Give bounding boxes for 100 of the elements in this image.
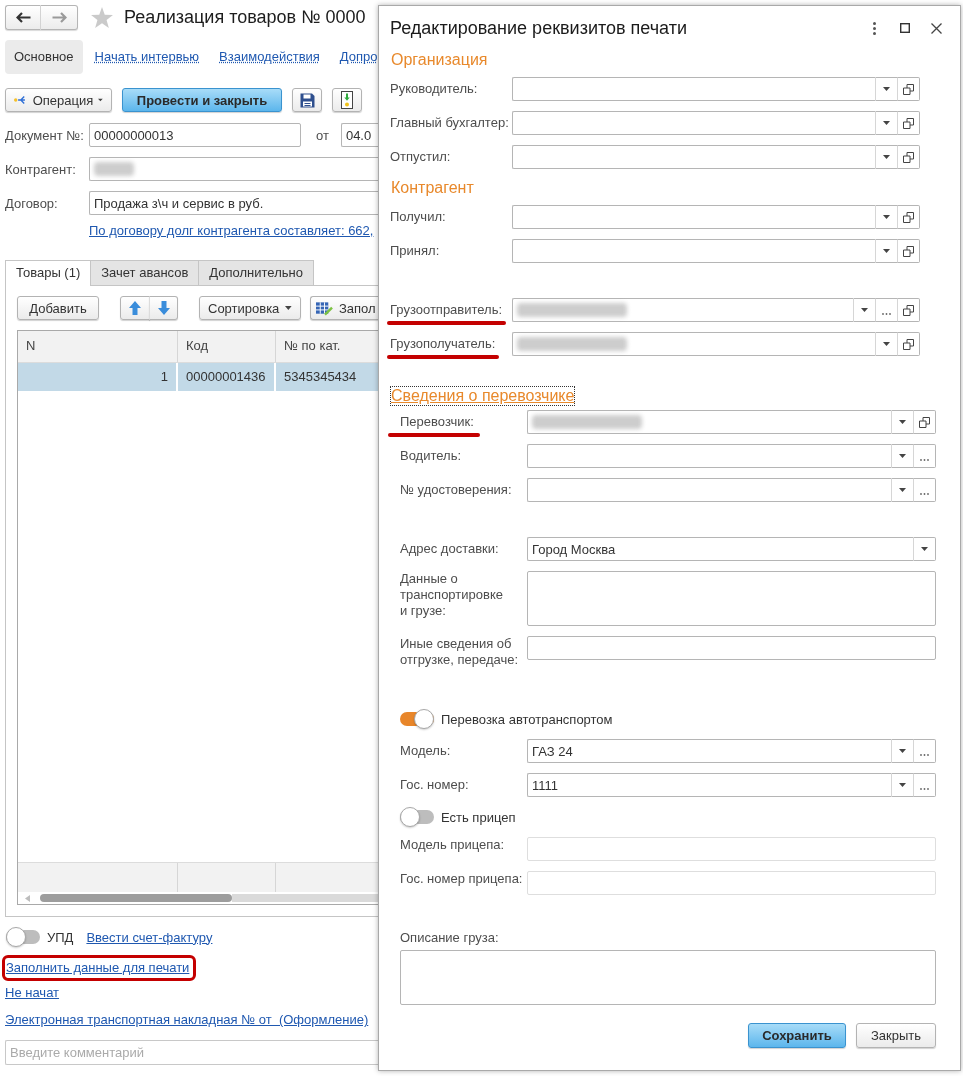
text-link[interactable]: Заполнить данные для печати — [6, 960, 190, 976]
dropdown-button[interactable] — [876, 145, 898, 169]
move-down-button[interactable] — [149, 296, 178, 320]
open-button[interactable] — [898, 205, 920, 229]
column-header[interactable]: Код — [178, 331, 276, 362]
open-button[interactable] — [898, 145, 920, 169]
overlapping-squares-icon — [919, 416, 930, 428]
nav-tab[interactable]: Допро — [329, 48, 378, 66]
back-button[interactable] — [5, 5, 41, 30]
close-button[interactable]: Закрыть — [855, 1023, 936, 1048]
input-field[interactable]: 00000000013 — [89, 123, 301, 147]
caret-icon — [899, 783, 906, 787]
save-button[interactable]: Сохранить — [747, 1023, 846, 1048]
dropdown-button[interactable] — [892, 444, 914, 468]
more-icon[interactable] — [873, 21, 876, 35]
input-field[interactable]: 1111 — [527, 773, 892, 797]
add-button[interactable]: Добавить — [17, 296, 99, 320]
choose-button[interactable] — [914, 773, 936, 797]
arrow-up-icon — [129, 301, 141, 315]
dropdown-button[interactable] — [892, 410, 914, 434]
document-button[interactable] — [332, 88, 362, 112]
input-field[interactable] — [527, 636, 936, 660]
ellipsis-icon — [920, 787, 929, 790]
dropdown-button[interactable] — [876, 239, 898, 263]
scrollbar-thumb[interactable] — [40, 894, 232, 902]
input-field[interactable] — [512, 145, 876, 169]
dropdown-button[interactable] — [876, 77, 898, 101]
tab[interactable]: Товары (1) — [5, 260, 92, 286]
text-link[interactable]: Не начат — [5, 985, 60, 1001]
dropdown-button[interactable] — [876, 332, 898, 356]
open-button[interactable] — [914, 410, 936, 434]
caret-icon — [883, 342, 890, 346]
open-button[interactable] — [898, 332, 920, 356]
operation-menu-button[interactable]: Операция — [5, 88, 112, 112]
comment-field[interactable]: Введите комментарий — [5, 1040, 378, 1065]
tab[interactable]: Дополнительно — [198, 260, 314, 285]
toggle-label: Есть прицеп — [441, 809, 516, 825]
open-button[interactable] — [898, 111, 920, 135]
field-label: Главный бухгалтер: — [390, 115, 509, 131]
input-field[interactable] — [512, 111, 876, 135]
input-field[interactable] — [512, 77, 876, 101]
dropdown-button[interactable] — [876, 111, 898, 135]
open-button[interactable] — [898, 239, 920, 263]
close-icon[interactable] — [931, 22, 942, 34]
table-row[interactable]: 1 00000001436 5345345434 — [18, 363, 378, 393]
dropdown-button[interactable] — [854, 298, 876, 322]
invoice-link[interactable]: Ввести счет-фактуру — [86, 929, 213, 945]
toggle-switch[interactable] — [400, 709, 434, 729]
scroll-left-icon[interactable] — [25, 894, 30, 902]
input-field[interactable] — [527, 478, 892, 502]
input-field[interactable] — [512, 298, 854, 322]
input-field[interactable] — [527, 410, 892, 434]
fill-button[interactable]: Запол — [310, 296, 378, 320]
caret-icon — [861, 308, 868, 312]
text-area[interactable] — [400, 950, 936, 1005]
post-and-close-button[interactable]: Провести и закрыть — [122, 88, 282, 112]
field-label: Перевозчик: — [400, 414, 474, 430]
section-title: Организация — [390, 50, 489, 70]
input-field[interactable] — [512, 239, 876, 263]
dropdown-button[interactable] — [892, 773, 914, 797]
nav-tab[interactable]: Основное — [5, 40, 83, 74]
input-field[interactable]: Продажа з\ч и сервис в руб. — [89, 191, 378, 215]
maximize-icon[interactable] — [900, 23, 910, 33]
move-up-button[interactable] — [120, 296, 150, 320]
choose-button[interactable] — [914, 478, 936, 502]
input-field[interactable] — [512, 332, 876, 356]
open-button[interactable] — [898, 298, 920, 322]
input-field[interactable] — [527, 444, 892, 468]
debt-link[interactable]: По договору долг контрагента составляет: 662, — [89, 223, 374, 238]
tab[interactable]: Зачет авансов — [90, 260, 200, 285]
dropdown-button[interactable] — [892, 478, 914, 502]
star-icon[interactable] — [91, 7, 113, 28]
text-area[interactable] — [527, 571, 936, 626]
nav-tab[interactable]: Взаимодействия — [209, 48, 330, 66]
toggle-switch[interactable] — [6, 927, 40, 947]
column-header[interactable]: № по кат. — [276, 331, 378, 362]
column-header[interactable]: N — [18, 331, 178, 362]
input-field[interactable] — [89, 157, 378, 181]
choose-button[interactable] — [914, 739, 936, 763]
field-label: № удостоверения: — [400, 482, 512, 498]
arrow-right-icon — [51, 12, 67, 23]
open-button[interactable] — [898, 77, 920, 101]
arrow-down-icon — [157, 301, 170, 315]
field-label: Грузополучатель: — [390, 336, 496, 352]
nav-tab[interactable]: Начать интервью — [84, 48, 210, 66]
save-button[interactable] — [292, 88, 322, 112]
date-field[interactable]: 04.0 — [340, 123, 378, 147]
dropdown-button[interactable] — [892, 739, 914, 763]
dropdown-button[interactable] — [876, 205, 898, 229]
choose-button[interactable] — [914, 444, 936, 468]
input-field[interactable] — [512, 205, 876, 229]
text-link[interactable]: Электронная транспортная накладная № от (Оформление) — [5, 1012, 369, 1028]
sort-menu-button[interactable]: Сортировка — [199, 296, 301, 320]
dropdown-button[interactable] — [914, 537, 936, 561]
input-field[interactable]: Город Москва — [527, 537, 914, 561]
input-field[interactable]: ГАЗ 24 — [527, 739, 892, 763]
field-label: Договор: — [5, 195, 59, 211]
toggle-switch[interactable] — [400, 807, 434, 827]
overlapping-squares-icon — [903, 117, 914, 129]
field-label: Адрес доставки: — [400, 541, 499, 557]
